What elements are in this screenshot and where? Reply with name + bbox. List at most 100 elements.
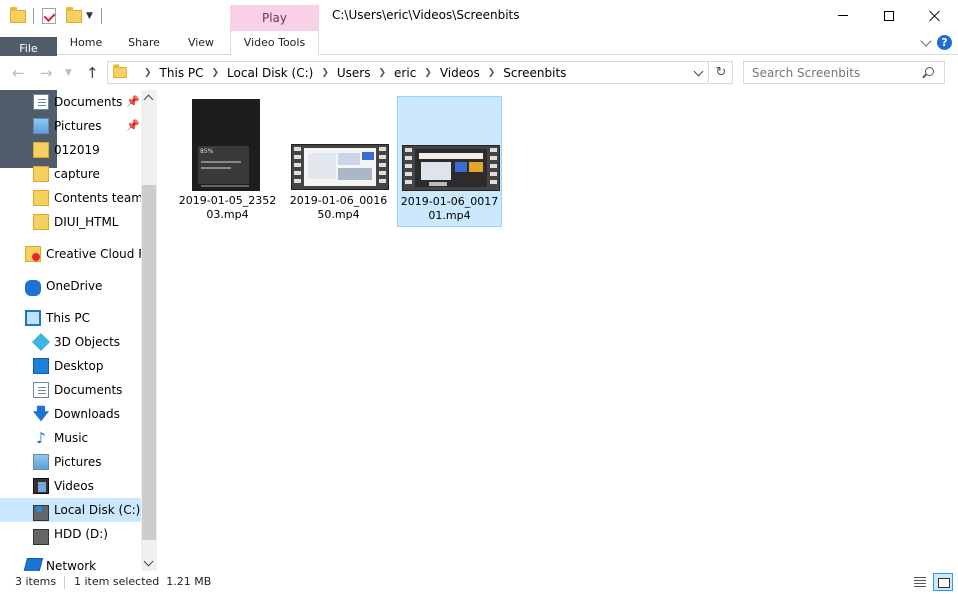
navigation-pane: Documents 📌 Pictures 📌 012019 capture Co… [0,90,157,571]
file-name: 2019-01-05_2352 03.mp4 [178,194,277,221]
sidebar-item-music[interactable]: ♪ Music [0,426,141,450]
sidebar-item-documents[interactable]: Documents [0,378,141,402]
ribbon-tabs: File Home Share View Video Tools ? [0,31,958,168]
local-disk-icon [33,505,49,521]
sidebar-item-pictures[interactable]: Pictures [0,450,141,474]
network-icon [22,558,44,571]
breadcrumb-users[interactable]: Users [337,66,371,80]
sidebar-item-012019[interactable]: 012019 [0,138,141,162]
breadcrumb-screenbits[interactable]: Screenbits [503,66,566,80]
sidebar-item-label: DIUI_HTML [54,215,119,229]
item-count: 3 items [15,575,57,588]
this-pc-icon [25,310,41,326]
breadcrumb-separator-icon[interactable]: ❯ [212,68,220,78]
downloads-icon: 🡇 [32,404,50,423]
breadcrumb-separator-icon[interactable]: ❯ [321,68,329,78]
hdd-icon [33,529,49,545]
video-film-thumbnail [402,145,500,191]
breadcrumb-local-disk[interactable]: Local Disk (C:) [227,66,313,80]
sidebar-item-label: Videos [54,479,94,493]
refresh-icon: ↻ [715,65,727,80]
sidebar-item-label: Documents [54,383,123,397]
sidebar-item-hdd[interactable]: HDD (D:) [0,522,141,546]
expand-ribbon-chevron-icon[interactable] [920,35,932,47]
tab-home[interactable]: Home [61,31,111,55]
forward-arrow-icon[interactable]: → [40,64,53,82]
navigation-bar: ← → ▼ ↑ ❯ This PC ❯ Local Disk (C:) ❯ Us… [0,56,958,90]
folder-icon [33,214,49,230]
file-item[interactable]: 2019-01-06_0016 50.mp4 [286,96,391,227]
refresh-button[interactable]: ↻ [710,61,733,84]
sidebar-item-desktop[interactable]: Desktop [0,354,141,378]
address-bar[interactable]: ❯ This PC ❯ Local Disk (C:) ❯ Users ❯ er… [107,61,709,84]
sidebar-item-label: This PC [46,311,90,325]
sidebar-item-label: Creative Cloud Fil [46,247,141,261]
sidebar-item-pictures-quick[interactable]: Pictures [0,114,141,138]
sidebar-scrollbar[interactable] [141,90,157,571]
file-item[interactable]: 85% 2019-01-05_2352 03.mp4 [175,96,280,227]
sidebar-item-label: Pictures [54,119,102,133]
recent-locations-chevron-icon[interactable]: ▼ [65,68,72,78]
close-button[interactable] [912,0,958,31]
breadcrumb-separator-icon[interactable]: ❯ [379,68,387,78]
sidebar-item-label: 3D Objects [54,335,121,349]
sidebar-item-label: Downloads [54,407,120,421]
sidebar-item-3d-objects[interactable]: 3D Objects [0,330,141,354]
sidebar-item-downloads[interactable]: 🡇 Downloads [0,402,141,426]
music-icon: ♪ [36,429,46,447]
status-separator [64,576,65,589]
sidebar-item-label: capture [54,167,100,181]
video-thumbnail: 85% [192,99,260,191]
breadcrumb-this-pc[interactable]: This PC [160,66,204,80]
breadcrumb-separator-icon[interactable]: ❯ [144,68,152,78]
search-icon[interactable] [925,67,934,76]
customize-qa-dropdown-icon[interactable]: ▼ [86,6,93,26]
sidebar-item-diui-html[interactable]: DIUI_HTML [0,210,141,234]
scrollbar-thumb[interactable] [142,185,156,540]
help-icon[interactable]: ? [937,35,952,50]
sidebar-item-onedrive[interactable]: OneDrive [0,274,141,298]
onedrive-cloud-icon [25,279,41,296]
sidebar-item-creative-cloud[interactable]: Creative Cloud Fil [0,242,141,266]
scroll-up-arrow-icon[interactable] [143,94,154,105]
play-context-header[interactable]: Play [230,5,319,33]
qa-separator [101,6,102,26]
sidebar-item-contents-team[interactable]: Contents team ( [0,186,141,210]
folder-icon [33,142,49,158]
breadcrumb-separator-icon[interactable]: ❯ [424,68,432,78]
quick-access-folder-icon[interactable] [10,6,26,26]
address-dropdown-icon[interactable] [693,66,704,77]
pictures-icon [33,118,49,134]
sidebar-item-network[interactable]: Network [0,554,141,571]
pin-icon[interactable]: 📌 [126,95,140,108]
file-name: 2019-01-06_0016 50.mp4 [289,194,388,221]
file-name: 2019-01-06_0017 01.mp4 [400,195,499,222]
tab-share[interactable]: Share [118,31,170,55]
large-icons-view-button[interactable] [933,573,953,591]
minimize-button[interactable] [820,0,866,31]
properties-check-icon[interactable] [42,6,56,26]
breadcrumb-separator-icon[interactable]: ❯ [488,68,496,78]
sidebar-item-this-pc[interactable]: This PC [0,306,141,330]
sidebar-item-local-disk[interactable]: Local Disk (C:) [0,498,141,522]
sidebar-item-videos[interactable]: Videos [0,474,141,498]
file-list-area[interactable]: 85% 2019-01-05_2352 03.mp4 2019-01-06_00… [157,90,958,571]
scroll-down-arrow-icon[interactable] [143,556,154,567]
up-arrow-icon[interactable]: ↑ [86,64,99,82]
pictures-icon [33,454,49,470]
pin-icon[interactable]: 📌 [126,119,140,132]
breadcrumb-videos[interactable]: Videos [440,66,480,80]
back-arrow-icon[interactable]: ← [12,64,25,82]
details-view-button[interactable] [910,573,930,591]
maximize-button[interactable] [866,0,912,31]
search-input[interactable] [743,61,945,84]
sidebar-item-capture[interactable]: capture [0,162,141,186]
new-folder-icon[interactable] [66,6,82,26]
breadcrumb-eric[interactable]: eric [394,66,416,80]
file-item-selected[interactable]: 2019-01-06_0017 01.mp4 [397,96,502,227]
tab-video-tools[interactable]: Video Tools [230,31,319,55]
sidebar-item-label: HDD (D:) [54,527,108,541]
status-bar: 3 items 1 item selected 1.21 MB [0,571,958,594]
sidebar-item-documents-quick[interactable]: Documents [0,90,141,114]
tab-view[interactable]: View [178,31,224,55]
